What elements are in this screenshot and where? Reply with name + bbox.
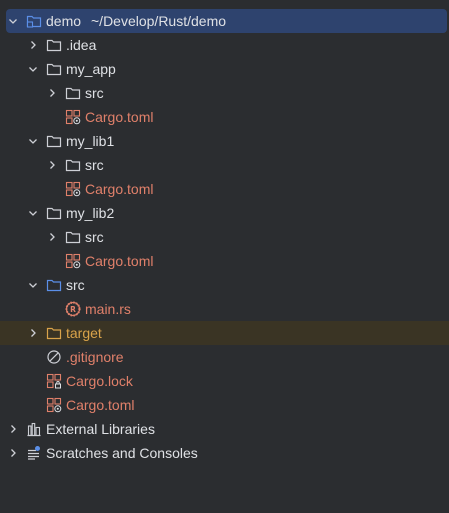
folder-icon	[65, 225, 81, 249]
cargo-toml-icon	[65, 249, 81, 273]
module-folder-icon	[26, 9, 42, 33]
tree-item-label: my_app	[66, 61, 116, 77]
tree-item-label: .gitignore	[66, 349, 124, 365]
chevron-down-icon[interactable]	[27, 273, 39, 297]
tree-item-label: src	[85, 85, 104, 101]
tree-item-label: Cargo.lock	[66, 373, 133, 389]
tree-item-cargo-toml[interactable]: Cargo.toml	[0, 393, 449, 417]
cargo-lock-icon	[46, 369, 62, 393]
chevron-right-icon[interactable]	[7, 441, 19, 465]
tree-item-src[interactable]: src	[0, 273, 449, 297]
tree-item-external-libraries[interactable]: External Libraries	[0, 417, 449, 441]
tree-item-label: Cargo.toml	[85, 109, 154, 125]
tree-item-label: target	[66, 325, 102, 341]
folder-icon	[65, 153, 81, 177]
tree-item-label: .idea	[66, 37, 97, 53]
tree-item-demo[interactable]: demo ~/Develop/Rust/demo	[6, 9, 447, 33]
tree-item-label: main.rs	[85, 301, 131, 317]
tree-item-scratches-and-consoles[interactable]: Scratches and Consoles	[0, 441, 449, 465]
chevron-right-icon[interactable]	[27, 321, 39, 345]
svg-text:R: R	[70, 305, 76, 314]
chevron-down-icon[interactable]	[27, 129, 39, 153]
tree-item-label: src	[66, 277, 85, 293]
source-folder-icon	[46, 273, 62, 297]
tree-item-label: External Libraries	[46, 421, 155, 437]
tree-item-label: Cargo.toml	[66, 397, 135, 413]
chevron-down-icon[interactable]	[27, 57, 39, 81]
library-icon	[26, 417, 42, 441]
tree-item-my-lib1-src[interactable]: src	[0, 153, 449, 177]
tree-item-my-app[interactable]: my_app	[0, 57, 449, 81]
excluded-folder-icon	[46, 321, 62, 345]
cargo-toml-icon	[65, 177, 81, 201]
chevron-right-icon[interactable]	[27, 33, 39, 57]
tree-item-label: demo	[46, 13, 82, 29]
tree-item-my-app-src[interactable]: src	[0, 81, 449, 105]
tree-item-idea[interactable]: .idea	[0, 33, 449, 57]
tree-item-target[interactable]: target	[0, 321, 449, 345]
cargo-toml-icon	[46, 393, 62, 417]
chevron-right-icon[interactable]	[7, 417, 19, 441]
tree-item-my-app-cargo-toml[interactable]: Cargo.toml	[0, 105, 449, 129]
tree-item-label: my_lib2	[66, 205, 115, 221]
cargo-toml-icon	[65, 105, 81, 129]
tree-item-label: Cargo.toml	[85, 181, 154, 197]
folder-icon	[46, 57, 62, 81]
tree-item-my-lib2-cargo-toml[interactable]: Cargo.toml	[0, 249, 449, 273]
rust-file-icon: R	[65, 297, 81, 321]
tree-item-label: Scratches and Consoles	[46, 445, 198, 461]
scratches-icon	[26, 441, 42, 465]
tree-item-label: my_lib1	[66, 133, 115, 149]
tree-item-gitignore[interactable]: .gitignore	[0, 345, 449, 369]
folder-icon	[46, 33, 62, 57]
tree-item-path: ~/Develop/Rust/demo	[91, 13, 227, 29]
chevron-down-icon[interactable]	[7, 9, 19, 33]
tree-item-my-lib1[interactable]: my_lib1	[0, 129, 449, 153]
chevron-right-icon[interactable]	[46, 225, 58, 249]
chevron-down-icon[interactable]	[27, 201, 39, 225]
tree-item-label: src	[85, 157, 104, 173]
tree-item-my-lib2[interactable]: my_lib2	[0, 201, 449, 225]
folder-icon	[46, 201, 62, 225]
tree-item-main-rs[interactable]: R main.rs	[0, 297, 449, 321]
project-tree: demo ~/Develop/Rust/demo .idea my_app sr…	[0, 9, 449, 465]
tree-item-my-lib2-src[interactable]: src	[0, 225, 449, 249]
ignore-file-icon	[46, 345, 62, 369]
tree-item-my-lib1-cargo-toml[interactable]: Cargo.toml	[0, 177, 449, 201]
chevron-right-icon[interactable]	[46, 153, 58, 177]
tree-item-cargo-lock[interactable]: Cargo.lock	[0, 369, 449, 393]
chevron-right-icon[interactable]	[46, 81, 58, 105]
tree-item-label: Cargo.toml	[85, 253, 154, 269]
tree-item-label: src	[85, 229, 104, 245]
folder-icon	[65, 81, 81, 105]
folder-icon	[46, 129, 62, 153]
